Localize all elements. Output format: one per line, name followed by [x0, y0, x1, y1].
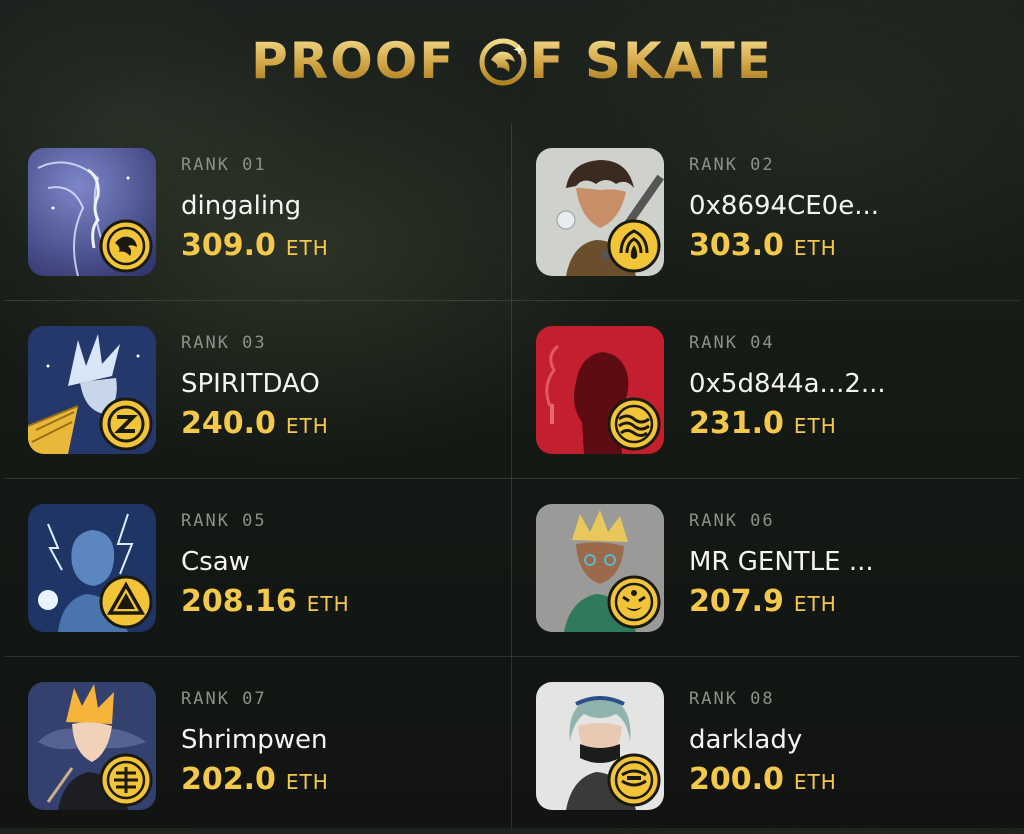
amount-row: 202.0 ETH	[181, 762, 329, 798]
title-right: F SKATE	[529, 32, 773, 90]
triangle-badge-icon	[99, 575, 153, 629]
amount-row: 208.16 ETH	[181, 584, 350, 620]
row-divider	[5, 478, 1019, 479]
player-name[interactable]: SPIRITDAO	[181, 368, 329, 400]
row-divider	[5, 300, 1019, 301]
eth-amount: 208.16	[181, 584, 297, 619]
column-divider	[511, 124, 512, 828]
player-name[interactable]: darklady	[689, 724, 837, 756]
leaderboard-entry-03[interactable]: RANK 03 SPIRITDAO 240.0 ETH	[5, 302, 495, 478]
eth-amount: 309.0	[181, 228, 276, 263]
leaderboard-entry-05[interactable]: RANK 05 Csaw 208.16 ETH	[5, 480, 495, 656]
rank-label: RANK 07	[181, 689, 267, 709]
avatar[interactable]	[28, 326, 156, 454]
skate-tiger-logo-icon	[479, 38, 527, 86]
leaderboard-grid: RANK 01 dingaling 309.0 ETH RANK 02 0x86…	[5, 124, 1019, 828]
eth-amount: 202.0	[181, 762, 276, 797]
amount-row: 200.0 ETH	[689, 762, 837, 798]
leaderboard-entry-04[interactable]: RANK 04 0x5d844a...2... 231.0 ETH	[513, 302, 1003, 478]
rank-label: RANK 05	[181, 511, 267, 531]
leaderboard-entry-02[interactable]: RANK 02 0x8694CE0e... 303.0 ETH	[513, 124, 1003, 300]
amount-row: 240.0 ETH	[181, 406, 329, 442]
eth-unit: ETH	[285, 770, 329, 794]
swirl-badge-icon	[99, 397, 153, 451]
rank-label: RANK 02	[689, 155, 775, 175]
amount-row: 303.0 ETH	[689, 228, 879, 264]
flame-badge-icon	[607, 219, 661, 273]
leaderboard-entry-06[interactable]: RANK 06 MR GENTLE ... 207.9 ETH	[513, 480, 1003, 656]
amount-row: 309.0 ETH	[181, 228, 329, 264]
player-name[interactable]: MR GENTLE ...	[689, 546, 874, 578]
player-name[interactable]: 0x8694CE0e...	[689, 190, 879, 222]
tiger-badge-icon	[99, 219, 153, 273]
eth-unit: ETH	[793, 770, 837, 794]
player-name[interactable]: Shrimpwen	[181, 724, 329, 756]
row-divider	[5, 656, 1019, 657]
eth-amount: 200.0	[689, 762, 784, 797]
player-name[interactable]: dingaling	[181, 190, 329, 222]
avatar[interactable]	[536, 326, 664, 454]
eth-unit: ETH	[306, 592, 350, 616]
amount-row: 207.9 ETH	[689, 584, 874, 620]
eth-unit: ETH	[285, 414, 329, 438]
eth-amount: 240.0	[181, 406, 276, 441]
rank-label: RANK 03	[181, 333, 267, 353]
rank-label: RANK 04	[689, 333, 775, 353]
avatar[interactable]	[28, 148, 156, 276]
rank-label: RANK 08	[689, 689, 775, 709]
eth-unit: ETH	[793, 414, 837, 438]
player-name[interactable]: Csaw	[181, 546, 350, 578]
eth-amount: 231.0	[689, 406, 784, 441]
eth-unit: ETH	[793, 236, 837, 260]
eth-amount: 207.9	[689, 584, 784, 619]
avatar[interactable]	[28, 682, 156, 810]
app-title: PROOF F SKATE	[251, 36, 773, 86]
header: PROOF F SKATE	[0, 26, 1024, 96]
rank-label: RANK 01	[181, 155, 267, 175]
amount-row: 231.0 ETH	[689, 406, 886, 442]
avatar[interactable]	[28, 504, 156, 632]
title-left: PROOF	[251, 32, 456, 90]
sun-badge-icon	[607, 753, 661, 807]
leaderboard-entry-01[interactable]: RANK 01 dingaling 309.0 ETH	[5, 124, 495, 300]
avatar[interactable]	[536, 682, 664, 810]
waves-badge-icon	[607, 397, 661, 451]
eth-amount: 303.0	[689, 228, 784, 263]
eth-unit: ETH	[285, 236, 329, 260]
avatar[interactable]	[536, 148, 664, 276]
mask-badge-icon	[607, 575, 661, 629]
eth-unit: ETH	[793, 592, 837, 616]
player-name[interactable]: 0x5d844a...2...	[689, 368, 886, 400]
leaderboard-entry-07[interactable]: RANK 07 Shrimpwen 202.0 ETH	[5, 658, 495, 834]
rank-label: RANK 06	[689, 511, 775, 531]
avatar[interactable]	[536, 504, 664, 632]
leaderboard-entry-08[interactable]: RANK 08 darklady 200.0 ETH	[513, 658, 1003, 834]
lion-badge-icon	[99, 753, 153, 807]
